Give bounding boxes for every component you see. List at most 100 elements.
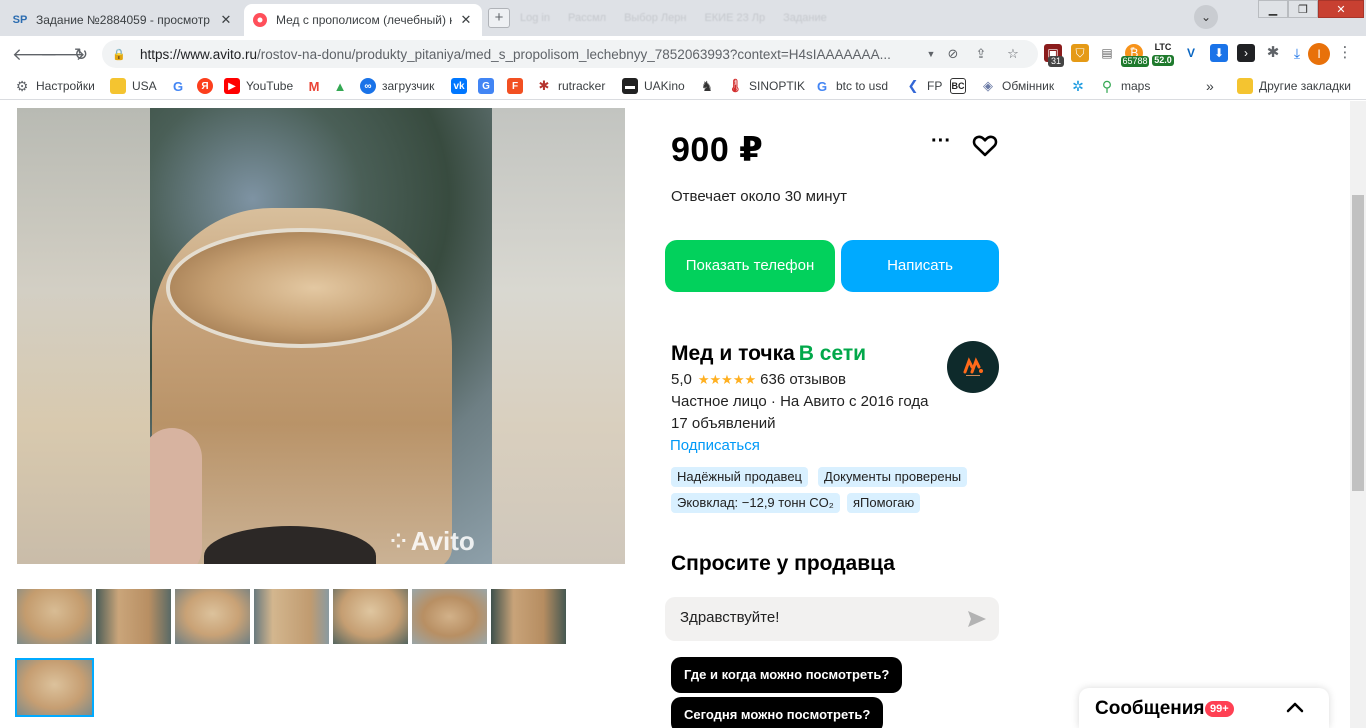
tab-avito[interactable]: Мед с прополисом (лечебный) ку ✕ bbox=[244, 4, 482, 36]
thumbnail[interactable] bbox=[96, 589, 171, 644]
new-tab-button[interactable]: + bbox=[488, 8, 510, 28]
share-icon[interactable]: ⇪ bbox=[972, 45, 990, 63]
scrollbar-thumb[interactable] bbox=[1352, 195, 1364, 491]
ghost-tab[interactable]: Log in bbox=[520, 12, 550, 24]
subscribe-link[interactable]: Подписаться bbox=[670, 437, 760, 454]
quick-question-today[interactable]: Сегодня можно посмотреть? bbox=[671, 697, 884, 728]
bookmark-f[interactable]: F bbox=[507, 77, 529, 95]
message-input[interactable]: Здравствуйте! bbox=[665, 597, 999, 641]
bookmark-fp[interactable]: ❮ FP bbox=[905, 77, 943, 95]
quick-question-where-when[interactable]: Где и когда можно посмотреть? bbox=[671, 657, 903, 693]
bookmark-snowflake[interactable]: ✲ bbox=[1070, 77, 1092, 95]
address-bar[interactable]: 🔒 https://www.avito.ru/rostov-na-donu/pr… bbox=[102, 40, 1038, 68]
bookmark-label: UAKino bbox=[644, 79, 685, 93]
bookmark-yandex[interactable]: Я bbox=[197, 77, 219, 95]
download-extension-icon[interactable]: ⬇ bbox=[1210, 44, 1228, 62]
menu-kebab-icon[interactable]: ⋮ bbox=[1336, 44, 1354, 62]
ghost-tab[interactable]: Рассмл bbox=[568, 12, 606, 24]
bookmark-youtube[interactable]: ▶ YouTube bbox=[224, 77, 293, 95]
seller-rating[interactable]: 5,0 ★★★★★ 636 отзывов bbox=[671, 371, 846, 388]
thumbnail[interactable] bbox=[175, 589, 250, 644]
ghost-tab[interactable]: Задание bbox=[783, 12, 827, 24]
bookmark-google[interactable]: G bbox=[170, 77, 192, 95]
tab-zadanie[interactable]: SP Задание №2884059 - просмотр з ✕ bbox=[4, 4, 242, 36]
ghost-tab[interactable]: Выбор Лерн bbox=[624, 12, 686, 24]
price: 900 ₽ bbox=[671, 131, 764, 169]
browser-tab-bar: SP Задание №2884059 - просмотр з ✕ Мед с… bbox=[0, 0, 1366, 36]
bookmark-drive[interactable]: ▲ bbox=[332, 77, 354, 95]
bookmark-vk[interactable]: vk bbox=[451, 77, 473, 95]
thumbnail-selected[interactable] bbox=[15, 658, 94, 717]
seller-ads-count[interactable]: 17 объявлений bbox=[671, 415, 776, 432]
thumbnail[interactable] bbox=[491, 589, 566, 644]
thumbnail[interactable] bbox=[412, 589, 487, 644]
bookmark-maps[interactable]: ⚲ maps bbox=[1099, 77, 1150, 95]
tab-title: Задание №2884059 - просмотр з bbox=[36, 13, 212, 27]
bookmark-rutracker[interactable]: ✱ rutracker bbox=[536, 77, 606, 95]
url-dropdown-icon[interactable]: ▼ bbox=[922, 45, 940, 63]
bookmark-uakino[interactable]: ▬ UAKino bbox=[622, 77, 685, 95]
ghost-tab[interactable]: ЕКИЕ 23 Лр bbox=[704, 12, 765, 24]
seller-name[interactable]: Мед и точка В сети bbox=[671, 342, 866, 366]
lock-icon[interactable]: 🔒 bbox=[112, 48, 126, 61]
seller-avatar[interactable] bbox=[947, 341, 999, 393]
reload-icon[interactable]: ↻ bbox=[70, 44, 92, 66]
forward-icon[interactable]: 🡒 bbox=[40, 44, 86, 66]
jar-shape bbox=[150, 208, 452, 564]
bookmark-sinoptik[interactable]: 🌡 SINOPTIK bbox=[727, 77, 805, 95]
tab-close-icon[interactable]: ✕ bbox=[458, 12, 474, 28]
bookmarks-more-icon[interactable]: » bbox=[1206, 77, 1214, 95]
seller-name-text[interactable]: Мед и точка bbox=[671, 342, 795, 365]
page-scrollbar[interactable] bbox=[1350, 101, 1366, 728]
show-phone-button[interactable]: Показать телефон bbox=[665, 240, 835, 292]
profile-avatar[interactable]: I bbox=[1308, 43, 1330, 65]
bookmark-bc[interactable]: BC bbox=[950, 77, 972, 95]
messages-widget[interactable]: Сообщения 99+ bbox=[1079, 688, 1329, 728]
shield-extension-icon[interactable]: ⛉ bbox=[1071, 44, 1089, 62]
thumbnail[interactable] bbox=[17, 589, 92, 644]
badge-reliable-seller[interactable]: Надёжный продавец bbox=[671, 467, 808, 487]
rating-stars-icon: ★★★★★ bbox=[697, 371, 757, 387]
bookmark-chess[interactable]: ♞ bbox=[699, 77, 721, 95]
briefcase-extension-icon[interactable]: ▤ bbox=[1098, 44, 1116, 62]
badge-eco-contribution[interactable]: Эковклад: −12,9 тонн CO₂ bbox=[671, 493, 840, 513]
block-permission-icon[interactable]: ⊘ bbox=[944, 45, 962, 63]
chevron-up-icon[interactable] bbox=[1283, 696, 1307, 720]
write-message-button[interactable]: Написать bbox=[841, 240, 999, 292]
window-close-icon[interactable]: ✕ bbox=[1318, 0, 1364, 18]
message-input-text[interactable]: Здравствуйте! bbox=[680, 609, 779, 626]
back-icon[interactable]: 🡐 bbox=[12, 44, 58, 66]
reviews-link[interactable]: 636 отзывов bbox=[760, 371, 846, 388]
bookmark-settings[interactable]: ⚙ Настройки bbox=[14, 77, 95, 95]
badge-yapomogayu[interactable]: яПомогаю bbox=[847, 493, 921, 513]
bookmark-other[interactable]: Другие закладки bbox=[1237, 77, 1351, 95]
bookmark-zagruzchik[interactable]: ∞ загрузчик bbox=[360, 77, 434, 95]
main-photo[interactable]: ⁘ Avito bbox=[17, 108, 625, 564]
v-extension-icon[interactable]: V bbox=[1182, 44, 1200, 62]
more-options-icon[interactable]: ··· bbox=[926, 131, 956, 155]
favorite-heart-icon[interactable] bbox=[971, 131, 999, 159]
youtube-icon: ▶ bbox=[224, 78, 240, 94]
maximize-icon[interactable]: ❐ bbox=[1288, 0, 1318, 18]
tab-close-icon[interactable]: ✕ bbox=[218, 12, 234, 28]
bookmark-obminnyk[interactable]: ◈ Обмінник bbox=[980, 77, 1054, 95]
extensions-puzzle-icon[interactable]: ✱ bbox=[1264, 44, 1282, 62]
send-icon[interactable] bbox=[967, 610, 987, 628]
badge-documents-verified[interactable]: Документы проверены bbox=[818, 467, 968, 487]
minimize-icon[interactable]: ▁ bbox=[1258, 0, 1288, 18]
bookmark-btc-to-usd[interactable]: Gbtc to usd bbox=[814, 77, 888, 95]
bookmark-translate[interactable]: G bbox=[478, 77, 500, 95]
downloads-icon[interactable]: ⤓ bbox=[1288, 44, 1306, 62]
bookmark-usa[interactable]: USA bbox=[110, 77, 157, 95]
online-status: В сети bbox=[798, 342, 867, 365]
thumbnail[interactable] bbox=[254, 589, 329, 644]
photo-blur-right bbox=[492, 108, 625, 564]
tab-search-dropdown-icon[interactable]: ⌄ bbox=[1194, 5, 1218, 29]
seller-type: Частное лицо · На Авито с 2016 года bbox=[671, 393, 929, 410]
terminal-extension-icon[interactable]: › bbox=[1237, 44, 1255, 62]
bookmark-star-icon[interactable]: ☆ bbox=[1004, 45, 1022, 63]
avito-favicon-icon bbox=[252, 12, 268, 28]
bookmark-gmail[interactable]: M bbox=[306, 77, 328, 95]
url-text[interactable]: https://www.avito.ru/rostov-na-donu/prod… bbox=[140, 47, 940, 62]
thumbnail[interactable] bbox=[333, 589, 408, 644]
